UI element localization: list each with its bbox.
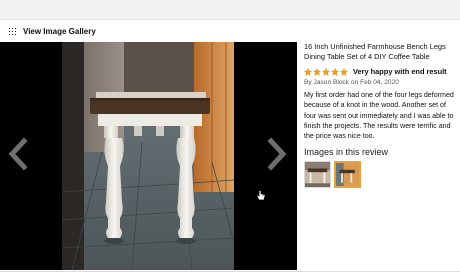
gallery-title[interactable]: View Image Gallery: [23, 27, 96, 36]
star-icon: [313, 67, 321, 76]
star-icon: [322, 67, 330, 76]
grid-icon[interactable]: [8, 26, 17, 36]
review-photo: [62, 42, 234, 270]
thumbnail-2[interactable]: [334, 161, 361, 189]
review-panel: 16 Inch Unfinished Farmhouse Bench Legs …: [304, 42, 456, 189]
star-icon: [304, 67, 312, 76]
star-icon: [331, 67, 339, 76]
star-icon: [340, 67, 348, 76]
hand-pointer-icon: [256, 190, 266, 201]
star-rating: [304, 67, 349, 76]
review-headline: Very happy with end result: [353, 67, 447, 76]
top-strip: [0, 0, 460, 20]
thumbnail-1[interactable]: [304, 161, 331, 189]
bottom-divider: [0, 271, 460, 272]
gallery-header: View Image Gallery: [0, 20, 460, 42]
review-body: My first order had one of the four legs …: [304, 91, 454, 141]
rating-row: Very happy with end result: [304, 66, 456, 77]
chevron-right-icon[interactable]: [263, 137, 289, 171]
image-viewer: [0, 42, 297, 270]
review-byline: By Jason Block on Feb 04, 2020: [304, 79, 399, 86]
images-heading: Images in this review: [304, 147, 389, 158]
product-title[interactable]: 16 Inch Unfinished Farmhouse Bench Legs …: [304, 42, 456, 62]
chevron-left-icon[interactable]: [6, 137, 32, 171]
thumbnail-strip: [304, 161, 456, 189]
